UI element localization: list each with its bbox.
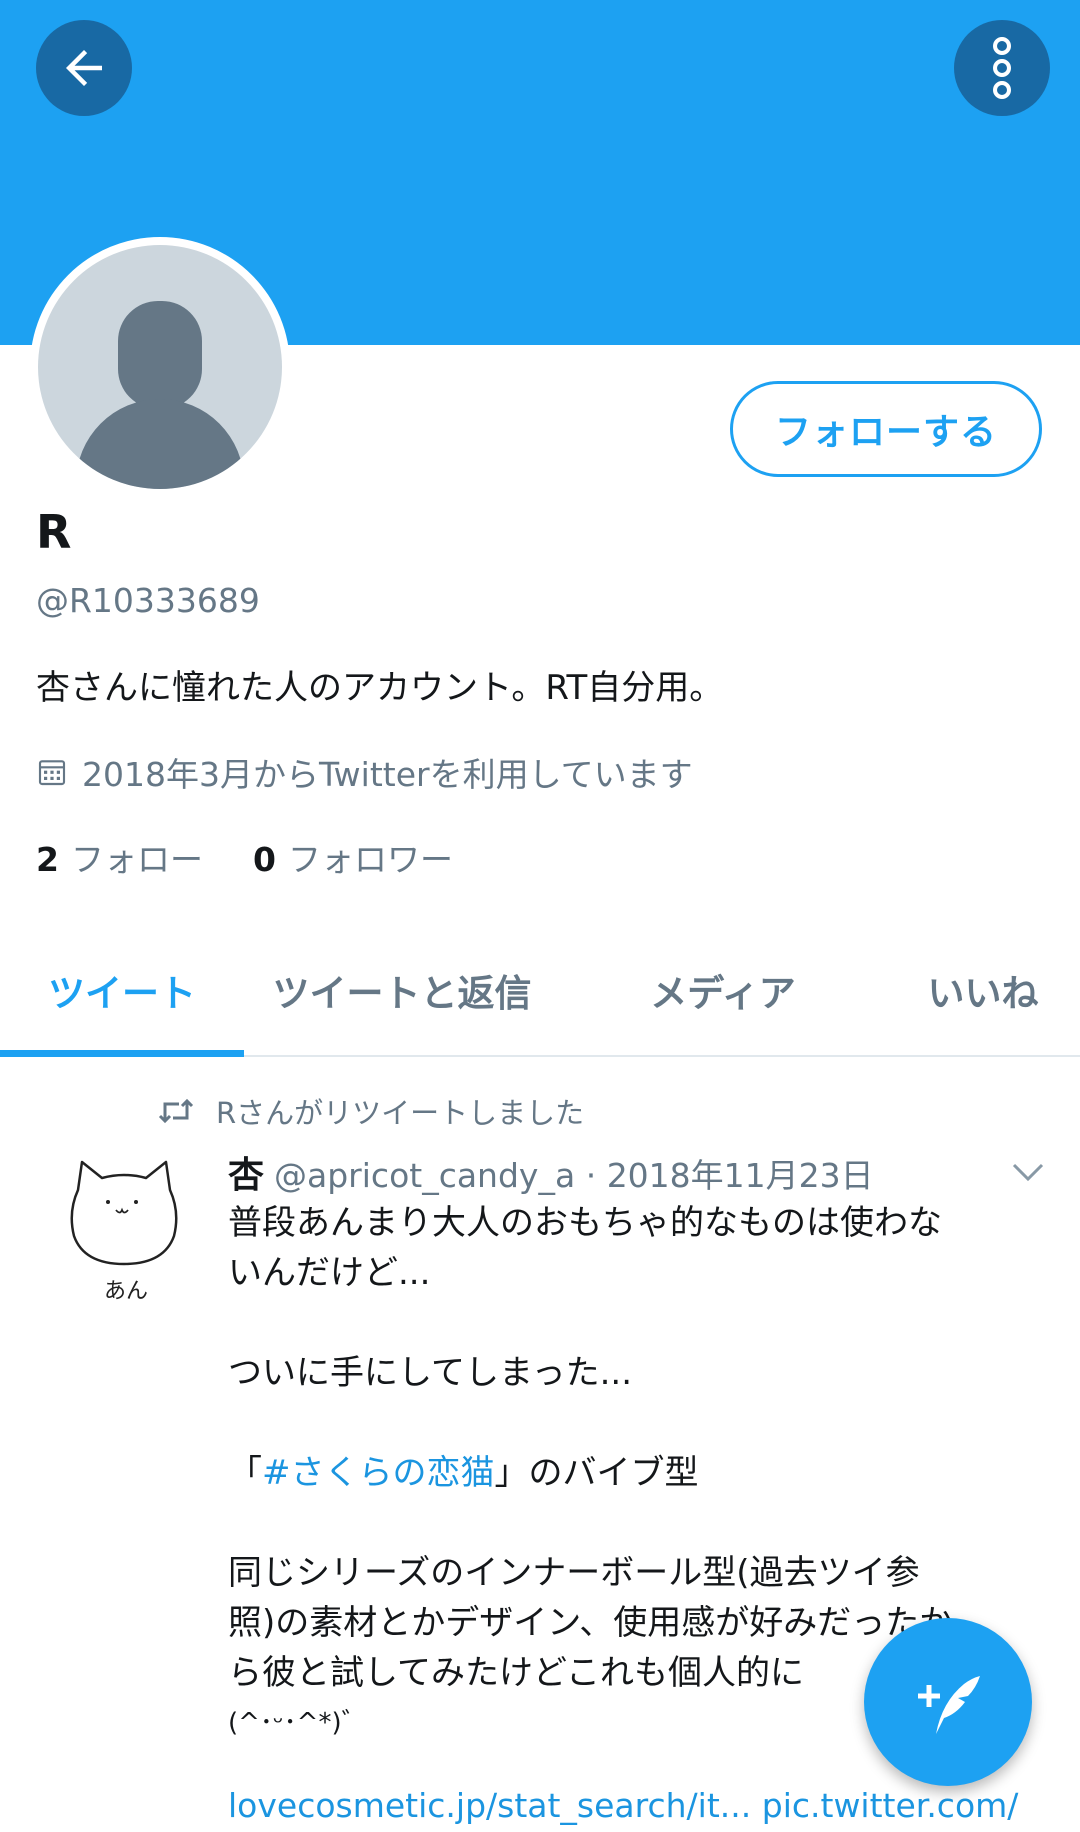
more-options-button[interactable] — [954, 20, 1050, 116]
retweet-context: Rさんがリツイートしました — [158, 1090, 584, 1132]
compose-tweet-icon — [918, 1676, 980, 1734]
tweet-author-handle[interactable]: @apricot_candy_a — [274, 1156, 575, 1195]
tweet-line: いんだけど... — [228, 1253, 431, 1293]
compose-tweet-button[interactable] — [864, 1618, 1032, 1786]
cat-drawing-icon: あん — [70, 1160, 178, 1304]
default-avatar — [38, 245, 282, 489]
retweet-text: Rさんがリツイートしました — [216, 1096, 585, 1130]
external-link[interactable]: lovecosmetic.jp/stat_search/it... — [228, 1786, 751, 1825]
profile-tabs: ツイート ツイートと返信 メディア いいね — [0, 925, 1080, 1057]
tweet-author-name[interactable]: 杏 — [228, 1155, 264, 1196]
followers-stat[interactable]: 0 フォロワー — [253, 833, 453, 881]
back-button[interactable] — [36, 20, 132, 116]
following-stat[interactable]: 2 フォロー — [36, 833, 203, 881]
joined-text: 2018年3月からTwitterを利用しています — [82, 755, 693, 794]
tab-tweets[interactable]: ツイート — [0, 925, 244, 1055]
media-link[interactable]: pic.twitter.com/ — [762, 1786, 1019, 1825]
profile-name: R — [36, 505, 72, 559]
tweet-header: 杏 @apricot_candy_a · 2018年11月23日 — [228, 1146, 874, 1198]
default-user-icon — [76, 301, 244, 489]
profile-bio: 杏さんに憧れた人のアカウント。RT自分用。 — [36, 668, 724, 708]
tweet-line: 同じシリーズのインナーボール型(過去ツイ参 — [228, 1553, 920, 1593]
bracket-open: 「 — [228, 1453, 262, 1493]
following-label: フォロー — [70, 840, 203, 879]
profile-handle: @R10333689 — [36, 581, 260, 620]
follow-stats: 2 フォロー 0 フォロワー — [36, 833, 453, 881]
retweet-icon — [158, 1098, 194, 1124]
followers-count: 0 — [252, 840, 276, 879]
bracket-close: 」のバイブ型 — [494, 1453, 699, 1493]
calendar-icon — [38, 760, 66, 786]
hashtag-link[interactable]: #さくらの恋猫 — [262, 1453, 495, 1493]
tweet-author-avatar[interactable]: あん — [64, 1150, 184, 1310]
tab-media[interactable]: メディア — [560, 925, 886, 1055]
tweet-line: ついに手にしてしまった... — [228, 1353, 633, 1393]
tab-likes[interactable]: いいね — [886, 925, 1080, 1055]
follow-button[interactable]: フォローする — [730, 381, 1042, 477]
tweet-separator: · — [585, 1156, 597, 1195]
profile-avatar[interactable] — [30, 237, 290, 497]
tweet-links: lovecosmetic.jp/stat_search/it... pic.tw… — [228, 1786, 1018, 1825]
followers-label: フォロワー — [287, 840, 453, 879]
more-vertical-icon — [993, 37, 1011, 99]
tab-tweets-and-replies[interactable]: ツイートと返信 — [244, 925, 560, 1055]
avatar-caption: あん — [104, 1279, 148, 1304]
joined-date: 2018年3月からTwitterを利用しています — [36, 748, 693, 796]
tweet-line: 普段あんまり大人のおもちゃ的なものは使わな — [228, 1203, 942, 1243]
tweet-line: 「#さくらの恋猫」のバイブ型 — [228, 1448, 1048, 1498]
arrow-left-icon — [66, 50, 102, 86]
following-count: 2 — [36, 840, 59, 879]
active-tab-indicator — [0, 1050, 244, 1057]
chevron-down-icon — [1012, 1163, 1044, 1182]
tweet-date[interactable]: 2018年11月23日 — [607, 1156, 874, 1195]
tweet-menu-button[interactable] — [1010, 1160, 1046, 1188]
